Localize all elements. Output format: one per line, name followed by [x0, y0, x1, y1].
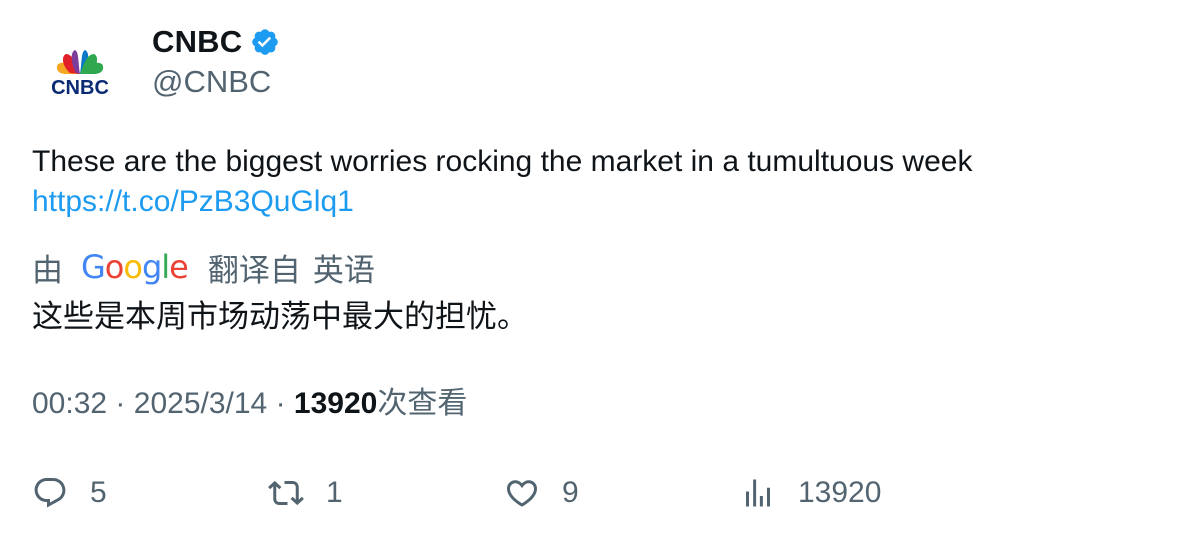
- action-bar: 5 1 9 13920: [0, 468, 1196, 518]
- translation-attribution: 由 Google 翻译自 英语: [32, 246, 375, 288]
- translated-from-label: 翻译自: [207, 252, 301, 288]
- tweet-link[interactable]: https://t.co/PzB3QuGlq1: [32, 182, 1162, 222]
- display-name[interactable]: CNBC: [152, 24, 242, 60]
- tweet-time[interactable]: 00:32: [32, 387, 107, 420]
- logo-text: CNBC: [51, 77, 109, 99]
- like-count: 9: [562, 476, 579, 509]
- reply-count: 5: [90, 476, 107, 509]
- verified-badge-icon[interactable]: [250, 27, 280, 57]
- views-button[interactable]: 13920: [740, 468, 881, 518]
- cnbc-peacock-logo-icon: CNBC: [51, 50, 109, 99]
- translated-text: 这些是本周市场动荡中最大的担忧。: [32, 299, 528, 334]
- author-handle[interactable]: @CNBC: [152, 64, 271, 100]
- views-action-count: 13920: [798, 476, 882, 509]
- tweet-body: These are the biggest worries rocking th…: [32, 145, 973, 178]
- meta-separator: ·: [115, 387, 126, 420]
- reply-icon: [34, 478, 66, 508]
- meta-separator: ·: [275, 387, 286, 420]
- tweet-date[interactable]: 2025/3/14: [134, 387, 267, 420]
- views-count: 13920: [293, 387, 378, 420]
- views-label: 次查看: [377, 387, 468, 420]
- tweet-meta: 00:32 · 2025/3/14 · 13920次查看: [32, 384, 467, 424]
- retweet-button[interactable]: 1: [268, 468, 343, 518]
- like-button[interactable]: 9: [504, 468, 579, 518]
- analytics-icon: [746, 479, 770, 507]
- heart-icon: [506, 480, 538, 507]
- reply-button[interactable]: 5: [32, 468, 107, 518]
- retweet-count: 1: [326, 476, 343, 509]
- retweet-icon: [268, 480, 304, 506]
- tweet-text: These are the biggest worries rocking th…: [32, 142, 1162, 222]
- google-logo-icon[interactable]: Google: [81, 248, 189, 286]
- translated-by-label: 由: [32, 252, 63, 288]
- source-language: 英语: [312, 252, 375, 288]
- avatar[interactable]: CNBC: [30, 26, 130, 126]
